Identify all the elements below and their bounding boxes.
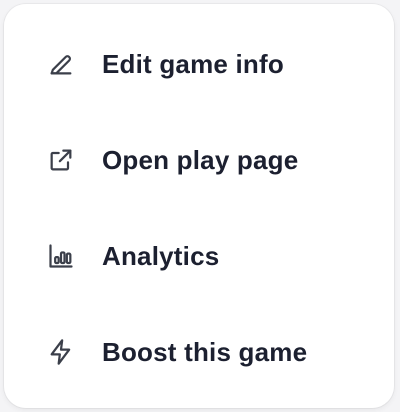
external-link-icon — [46, 145, 76, 175]
menu-item-open-play-page[interactable]: Open play page — [4, 112, 394, 208]
menu-item-label: Boost this game — [102, 336, 308, 367]
menu-item-label: Open play page — [102, 144, 299, 175]
menu-item-analytics[interactable]: Analytics — [4, 208, 394, 304]
menu-item-label: Edit game info — [102, 48, 284, 79]
menu-item-boost-this-game[interactable]: Boost this game — [4, 304, 394, 400]
context-menu: Edit game info Open play page Analytics — [4, 4, 394, 408]
menu-item-label: Analytics — [102, 240, 220, 271]
bar-chart-icon — [46, 241, 76, 271]
menu-item-edit-game-info[interactable]: Edit game info — [4, 16, 394, 112]
lightning-icon — [46, 337, 76, 367]
pencil-icon — [46, 49, 76, 79]
